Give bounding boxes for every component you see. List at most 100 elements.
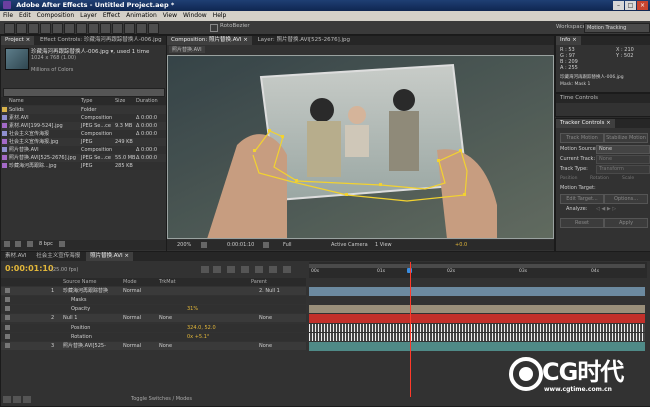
hand-tool-icon[interactable]: [16, 23, 27, 34]
opt-scale[interactable]: Scale: [622, 176, 634, 181]
exposure-value[interactable]: +0.0: [455, 240, 467, 250]
project-search-input[interactable]: [3, 88, 165, 97]
visibility-eye-icon[interactable]: [5, 288, 10, 293]
property-row[interactable]: Rotation 0x +5.1°: [1, 333, 306, 341]
eraser-tool-icon[interactable]: [136, 23, 147, 34]
menu-window[interactable]: Window: [183, 11, 207, 21]
viewer-timecode[interactable]: 0:00:01:10: [227, 240, 254, 250]
minimize-button[interactable]: –: [613, 1, 624, 10]
camera-tool-icon[interactable]: [52, 23, 63, 34]
track-type-select[interactable]: Transform: [596, 165, 650, 174]
zoom-select[interactable]: 200%: [177, 240, 191, 250]
pen-tool-icon[interactable]: [88, 23, 99, 34]
tab-composition[interactable]: Composition: 照片替换.AVI ×: [167, 36, 252, 45]
list-item[interactable]: 素材.AVI Composition Δ 0:00:0: [1, 114, 166, 122]
maximize-button[interactable]: □: [625, 1, 636, 10]
col-type[interactable]: Type: [81, 97, 92, 105]
menu-file[interactable]: File: [3, 11, 13, 21]
tab-effect-controls[interactable]: Effect Controls: 珍藏海河再跟踪替换人-006.jpg: [36, 36, 166, 45]
track-layer-2[interactable]: [309, 314, 645, 323]
col-duration[interactable]: Duration: [136, 97, 158, 105]
layer-name[interactable]: Position: [71, 324, 90, 332]
menu-effect[interactable]: Effect: [103, 11, 120, 21]
label-color-chip[interactable]: [2, 115, 7, 120]
layer-name[interactable]: Masks: [71, 296, 86, 304]
rotate-tool-icon[interactable]: [40, 23, 51, 34]
menu-edit[interactable]: Edit: [19, 11, 31, 21]
close-button[interactable]: ×: [637, 1, 648, 10]
tab-timeline-1[interactable]: 素材.AVI: [1, 252, 31, 261]
label-color-chip[interactable]: [2, 123, 7, 128]
brush-tool-icon[interactable]: [112, 23, 123, 34]
visibility-eye-icon[interactable]: [5, 343, 10, 348]
property-value[interactable]: 31%: [187, 305, 198, 313]
interpret-footage-icon[interactable]: [4, 241, 10, 247]
layer-name[interactable]: Rotation: [71, 333, 92, 341]
layer-name[interactable]: Opacity: [71, 305, 90, 313]
property-value[interactable]: 0x +5.1°: [187, 333, 209, 341]
snapshot-icon[interactable]: [263, 242, 269, 248]
work-area-bar[interactable]: [309, 264, 645, 268]
rotobezier-checkbox[interactable]: [210, 24, 218, 32]
menu-animation[interactable]: Animation: [126, 11, 157, 21]
list-item[interactable]: 照片替换.AVI Composition Δ 0:00:0: [1, 146, 166, 154]
tab-time-controls[interactable]: Time Controls: [556, 94, 602, 103]
layer-parent[interactable]: None: [259, 314, 272, 322]
layer-trkmat[interactable]: None: [159, 342, 172, 350]
camera-select[interactable]: Active Camera: [331, 240, 368, 250]
col-trkmat[interactable]: TrkMat: [159, 278, 176, 286]
layer-name[interactable]: Null 1: [63, 314, 77, 322]
safe-margins-icon[interactable]: [201, 242, 207, 248]
layer-row[interactable]: 3 照片替换.AVI[525- Normal None None: [1, 342, 306, 350]
visibility-eye-icon[interactable]: [5, 315, 10, 320]
resolution-select[interactable]: Full: [283, 240, 292, 250]
track-layer-1[interactable]: [309, 287, 645, 296]
clone-tool-icon[interactable]: [124, 23, 135, 34]
toggle-switches-modes[interactable]: Toggle Switches / Modes: [131, 396, 192, 402]
menu-composition[interactable]: Composition: [37, 11, 74, 21]
layer-row[interactable]: 2 Null 1 Normal None None: [1, 314, 306, 322]
mask-tool-icon[interactable]: [76, 23, 87, 34]
track-position-keys[interactable]: [309, 324, 645, 332]
property-value[interactable]: 324.0, 52.0: [187, 324, 216, 332]
workspace-select[interactable]: Motion Tracking: [584, 23, 650, 33]
menu-help[interactable]: Help: [213, 11, 227, 21]
motion-source-select[interactable]: None: [596, 145, 650, 154]
property-row[interactable]: Position 324.0, 52.0: [1, 324, 306, 332]
text-tool-icon[interactable]: [100, 23, 111, 34]
tab-timeline-2[interactable]: 社会主义宣传海报: [32, 252, 84, 261]
visibility-eye-icon[interactable]: [5, 325, 10, 330]
tab-info[interactable]: Info ×: [556, 36, 581, 45]
layer-mode[interactable]: Normal: [123, 287, 141, 295]
puppet-tool-icon[interactable]: [148, 23, 159, 34]
menu-view[interactable]: View: [163, 11, 177, 21]
label-color-chip[interactable]: [2, 155, 7, 160]
hide-shy-layers-icon[interactable]: [241, 266, 249, 273]
selection-tool-icon[interactable]: [4, 23, 15, 34]
layer-row[interactable]: 1 珍藏海河再跟踪替换 Normal 2. Null 1: [1, 287, 306, 295]
label-color-chip[interactable]: [2, 131, 7, 136]
timeline-timecode[interactable]: 0:00:01:10: [5, 264, 54, 273]
tab-tracker[interactable]: Tracker Controls ×: [556, 119, 615, 128]
col-parent[interactable]: Parent: [251, 278, 267, 286]
property-row[interactable]: Opacity 31%: [1, 305, 306, 313]
zoom-tool-icon[interactable]: [28, 23, 39, 34]
menu-layer[interactable]: Layer: [80, 11, 97, 21]
list-item[interactable]: 珍藏海河再跟踪...jpg JPEG 285 KB: [1, 162, 166, 170]
time-ruler[interactable]: 00s 01s 02s 03s 04s: [309, 262, 647, 278]
label-color-chip[interactable]: [2, 107, 7, 112]
layer-trkmat[interactable]: None: [159, 314, 172, 322]
bpc-label[interactable]: 8 bpc: [39, 241, 53, 247]
opt-rotation[interactable]: Rotation: [590, 176, 609, 181]
list-item[interactable]: 社会主义宣传海报 Composition Δ 0:00:0: [1, 130, 166, 138]
col-size[interactable]: Size: [115, 97, 125, 105]
frame-blending-icon[interactable]: [255, 266, 263, 273]
layer-mode[interactable]: Normal: [123, 342, 141, 350]
pan-behind-tool-icon[interactable]: [64, 23, 75, 34]
reset-button[interactable]: Reset: [560, 218, 604, 228]
col-name[interactable]: Name: [9, 97, 24, 105]
col-source-name[interactable]: Source Name: [63, 278, 97, 286]
current-track-select[interactable]: None: [596, 155, 650, 164]
search-icon[interactable]: [201, 266, 209, 273]
layer-name[interactable]: 珍藏海河再跟踪替换: [63, 287, 108, 295]
